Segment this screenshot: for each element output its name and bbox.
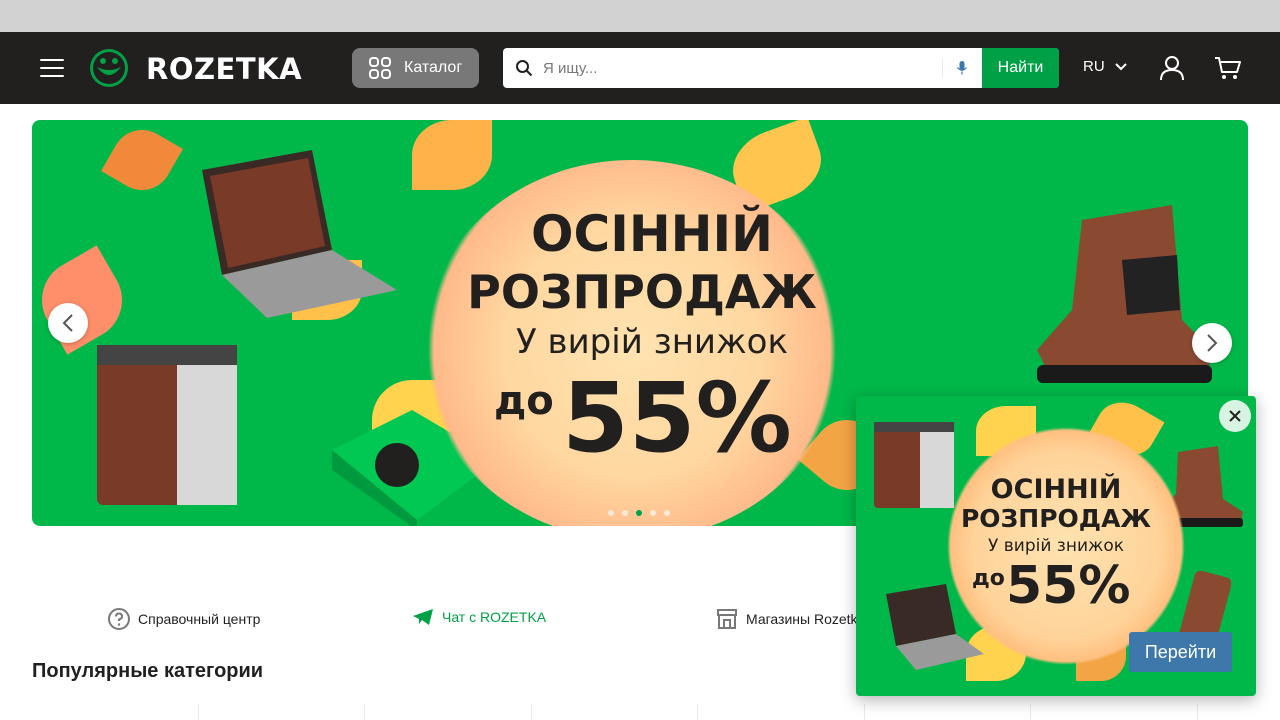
banner-subtitle: У вирій знижок bbox=[516, 322, 788, 362]
laptop-image bbox=[202, 150, 397, 318]
banner-next-button[interactable] bbox=[1192, 323, 1232, 363]
search-input[interactable] bbox=[543, 48, 938, 88]
leaf-decoration bbox=[412, 120, 492, 190]
user-icon[interactable] bbox=[1159, 55, 1185, 81]
banner-pagination bbox=[608, 510, 670, 516]
language-label: RU bbox=[1083, 58, 1105, 75]
leaf-decoration bbox=[101, 120, 183, 201]
banner-discount-prefix: до bbox=[494, 378, 554, 424]
category-divider bbox=[1030, 704, 1031, 720]
search-icon bbox=[516, 60, 533, 77]
banner-dot[interactable] bbox=[664, 510, 670, 516]
stores-label: Магазины Rozetka bbox=[746, 611, 866, 627]
banner-prev-button[interactable] bbox=[48, 303, 88, 343]
banner-title-line1: ОСІННІЙ bbox=[531, 205, 773, 263]
rozetka-logo-icon[interactable] bbox=[88, 47, 130, 89]
telegram-icon bbox=[413, 609, 433, 625]
search-divider bbox=[942, 58, 943, 78]
category-divider bbox=[364, 704, 365, 720]
help-center-label: Справочный центр bbox=[138, 611, 261, 627]
help-circle-icon bbox=[108, 608, 130, 630]
popup-discount: 55% bbox=[1006, 556, 1131, 616]
category-divider bbox=[864, 704, 865, 720]
popup-close-button[interactable] bbox=[1219, 400, 1251, 432]
popup-title-line2: РОЗПРОДАЖ bbox=[960, 504, 1152, 533]
popup-discount-prefix: до bbox=[972, 566, 1005, 591]
chat-label: Чат с ROZETKA bbox=[442, 609, 547, 625]
banner-discount: 55% bbox=[562, 362, 792, 474]
category-divider bbox=[198, 704, 199, 720]
banner-dot[interactable] bbox=[622, 510, 628, 516]
category-divider bbox=[1197, 704, 1198, 720]
chevron-right-icon bbox=[1207, 334, 1218, 352]
banner-dot[interactable] bbox=[608, 510, 614, 516]
stores-link[interactable]: Магазины Rozetka bbox=[716, 608, 865, 630]
site-header: ROZETKA Каталог Найти RU bbox=[0, 32, 1280, 104]
top-strip bbox=[0, 0, 1280, 32]
banner-title-line2: РОЗПРОДАЖ bbox=[467, 265, 817, 319]
search-bar: Найти bbox=[503, 48, 1059, 88]
store-icon bbox=[717, 609, 737, 629]
banner-dot[interactable] bbox=[650, 510, 656, 516]
banner-dot-active[interactable] bbox=[636, 510, 642, 516]
promo-popup[interactable]: ОСІННІЙ РОЗПРОДАЖ У вирій знижок до 55% … bbox=[856, 396, 1256, 696]
menu-icon[interactable] bbox=[40, 57, 64, 79]
popup-subtitle: У вирій знижок bbox=[988, 536, 1124, 556]
category-divider bbox=[531, 704, 532, 720]
popup-go-button[interactable]: Перейти bbox=[1129, 632, 1232, 672]
search-submit-button[interactable]: Найти bbox=[982, 48, 1059, 88]
cart-icon[interactable] bbox=[1214, 55, 1242, 81]
language-selector[interactable]: RU bbox=[1083, 58, 1127, 75]
category-divider bbox=[697, 704, 698, 720]
boot-image bbox=[1037, 205, 1212, 383]
logo-text[interactable]: ROZETKA bbox=[146, 52, 302, 86]
catalog-label: Каталог bbox=[404, 59, 463, 76]
catalog-button[interactable]: Каталог bbox=[352, 48, 479, 88]
coffee-machine-image bbox=[97, 345, 237, 505]
popular-categories-title: Популярные категории bbox=[32, 660, 264, 682]
grid-icon bbox=[369, 57, 391, 79]
help-center-link[interactable]: Справочный центр bbox=[108, 608, 260, 630]
chevron-left-icon bbox=[62, 314, 73, 332]
chevron-down-icon bbox=[1114, 62, 1127, 70]
close-icon bbox=[1229, 410, 1241, 422]
mic-icon[interactable] bbox=[956, 60, 968, 76]
popup-title-line1: ОСІННІЙ bbox=[990, 474, 1122, 505]
coffee-machine-image bbox=[874, 422, 954, 508]
chat-link[interactable]: Чат с ROZETKA bbox=[412, 608, 546, 626]
